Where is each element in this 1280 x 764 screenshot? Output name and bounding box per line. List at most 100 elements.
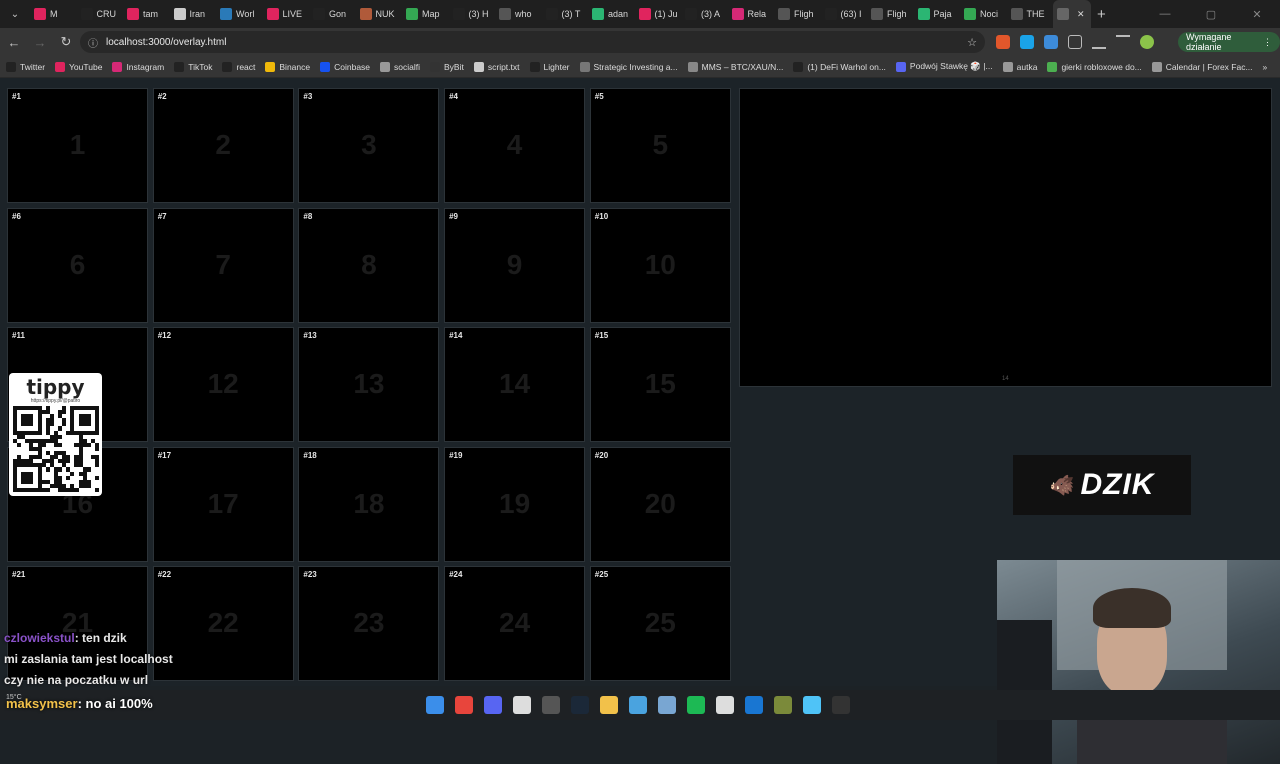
browser-tab[interactable]: (1) Ju bbox=[635, 0, 682, 28]
bookmark-item[interactable]: MMS – BTC/XAU/N... bbox=[687, 61, 783, 72]
bookmarks-overflow-icon[interactable]: » bbox=[1263, 62, 1268, 72]
slot-tag: #8 bbox=[303, 211, 313, 221]
slot-cell: #10 10 bbox=[589, 207, 731, 323]
site-info-icon[interactable]: ⓘ bbox=[88, 35, 98, 50]
slot-big-number: 23 bbox=[353, 607, 385, 638]
bookmark-item[interactable]: ByBit bbox=[430, 61, 464, 72]
bookmark-star-icon[interactable]: ☆ bbox=[967, 36, 977, 49]
app-icon-2[interactable] bbox=[629, 696, 647, 714]
browser-tab[interactable]: NUK bbox=[356, 0, 403, 28]
profile-avatar[interactable] bbox=[1140, 35, 1154, 49]
downloads-icon[interactable] bbox=[1092, 35, 1106, 49]
browser-tab[interactable]: (3) A bbox=[681, 0, 728, 28]
tab-favicon-icon bbox=[964, 8, 976, 20]
back-button[interactable]: ← bbox=[2, 30, 26, 54]
slot-cell: #1 1 bbox=[7, 88, 148, 203]
browser-tab[interactable]: Noci bbox=[960, 0, 1007, 28]
browser-tab[interactable]: (3) H bbox=[449, 0, 496, 28]
slot-cell: #15 15 bbox=[589, 327, 731, 442]
browser-tab[interactable]: Fligh bbox=[867, 0, 914, 28]
app-icon-5[interactable] bbox=[745, 696, 763, 714]
tab-search-button[interactable]: ⌄ bbox=[6, 5, 24, 23]
extension-icon[interactable] bbox=[1020, 35, 1034, 49]
minimize-icon[interactable]: — bbox=[1142, 0, 1188, 28]
chat-message: mi zaslania tam jest localhost bbox=[4, 649, 264, 670]
tab-title: (63) I bbox=[840, 9, 862, 19]
bookmark-label: Lighter bbox=[543, 61, 570, 72]
bookmark-favicon-icon bbox=[529, 61, 540, 72]
action-required-button[interactable]: Wymagane działanie ⋮ bbox=[1178, 32, 1280, 52]
bookmark-item[interactable]: react bbox=[222, 61, 255, 72]
slot-big-number: 5 bbox=[652, 129, 669, 160]
bookmark-item[interactable]: autka bbox=[1002, 61, 1037, 72]
browser-tab[interactable]: Paja bbox=[914, 0, 961, 28]
close-tab-icon[interactable]: ✕ bbox=[1077, 9, 1085, 20]
extension-icon[interactable] bbox=[996, 35, 1010, 49]
tab-favicon-icon bbox=[778, 8, 790, 20]
tab-title: THE bbox=[1026, 9, 1045, 19]
discord-icon[interactable] bbox=[484, 696, 502, 714]
browser-tab[interactable]: (63) I bbox=[821, 0, 868, 28]
bookmark-item[interactable]: gierki robloxowe do... bbox=[1047, 61, 1142, 72]
bookmark-label: Twitter bbox=[20, 61, 46, 72]
browser-tab[interactable]: (3) T bbox=[542, 0, 589, 28]
app-icon[interactable] bbox=[513, 696, 531, 714]
bookmark-item[interactable]: (1) DeFi Warhol on... bbox=[793, 61, 886, 72]
browser-tab[interactable]: Iran bbox=[170, 0, 217, 28]
slot-cell: #14 14 bbox=[444, 327, 586, 442]
browser-tab[interactable]: LIVE bbox=[263, 0, 310, 28]
spotify-icon[interactable] bbox=[687, 696, 705, 714]
app-icon-6[interactable] bbox=[774, 696, 792, 714]
bookmark-item[interactable]: Strategic Investing a... bbox=[579, 61, 678, 72]
bookmark-item[interactable]: Podwój Stawkę 🎲 |... bbox=[895, 61, 993, 72]
notepad-icon[interactable] bbox=[803, 696, 821, 714]
bookmark-item[interactable]: Twitter bbox=[6, 61, 46, 72]
browser-tab[interactable]: Worl bbox=[216, 0, 263, 28]
maximize-icon[interactable]: ▢ bbox=[1188, 0, 1234, 28]
tab-title: (3) A bbox=[701, 9, 721, 19]
browser-tab[interactable]: CRU bbox=[77, 0, 124, 28]
slot-big-number: 4 bbox=[506, 129, 523, 160]
media-icon[interactable] bbox=[1116, 35, 1130, 49]
browser-tab[interactable]: M bbox=[30, 0, 77, 28]
reload-button[interactable]: ↻ bbox=[54, 30, 78, 54]
browser-tab[interactable]: ✕ bbox=[1053, 0, 1091, 28]
bookmark-item[interactable]: script.txt bbox=[473, 61, 520, 72]
obs-icon[interactable] bbox=[542, 696, 560, 714]
bookmark-item[interactable]: Calendar | Forex Fac... bbox=[1151, 61, 1253, 72]
address-bar[interactable]: ⓘ localhost:3000/overlay.html ☆ bbox=[80, 31, 985, 53]
bookmark-label: script.txt bbox=[487, 61, 520, 72]
browser-tab[interactable]: Map bbox=[402, 0, 449, 28]
extensions-puzzle-icon[interactable] bbox=[1068, 35, 1082, 49]
new-tab-button[interactable]: + bbox=[1097, 6, 1106, 23]
tab-favicon-icon bbox=[359, 8, 372, 20]
bookmark-label: YouTube bbox=[69, 61, 103, 72]
folder-icon[interactable] bbox=[600, 696, 618, 714]
bookmark-item[interactable]: Instagram bbox=[112, 61, 164, 72]
tab-title: LIVE bbox=[282, 9, 303, 19]
bookmark-item[interactable]: Coinbase bbox=[320, 61, 370, 72]
browser-tab[interactable]: THE bbox=[1007, 0, 1054, 28]
bookmark-item[interactable]: TikTok bbox=[174, 61, 212, 72]
app-icon-4[interactable] bbox=[716, 696, 734, 714]
browser-tab[interactable]: Fligh bbox=[774, 0, 821, 28]
chrome-icon[interactable] bbox=[455, 696, 473, 714]
browser-tab[interactable]: Gon bbox=[309, 0, 356, 28]
bookmark-item[interactable]: socialfi bbox=[380, 61, 420, 72]
browser-tab[interactable]: Rela bbox=[728, 0, 775, 28]
steam-icon[interactable] bbox=[571, 696, 589, 714]
extension-icon[interactable] bbox=[1044, 35, 1058, 49]
windows-icon[interactable] bbox=[426, 696, 444, 714]
browser-tab[interactable]: who bbox=[495, 0, 542, 28]
tab-title: (3) H bbox=[468, 9, 489, 19]
bookmark-item[interactable]: Binance bbox=[265, 61, 310, 72]
browser-tab[interactable]: tam bbox=[123, 0, 170, 28]
app-icon-3[interactable] bbox=[658, 696, 676, 714]
terminal-icon[interactable] bbox=[832, 696, 850, 714]
close-window-icon[interactable]: ✕ bbox=[1234, 0, 1280, 28]
forward-button[interactable]: → bbox=[28, 30, 52, 54]
bookmark-item[interactable]: Lighter bbox=[529, 61, 570, 72]
browser-tab[interactable]: adan bbox=[588, 0, 635, 28]
slot-big-number: 20 bbox=[644, 487, 676, 519]
bookmark-item[interactable]: YouTube bbox=[55, 61, 103, 72]
